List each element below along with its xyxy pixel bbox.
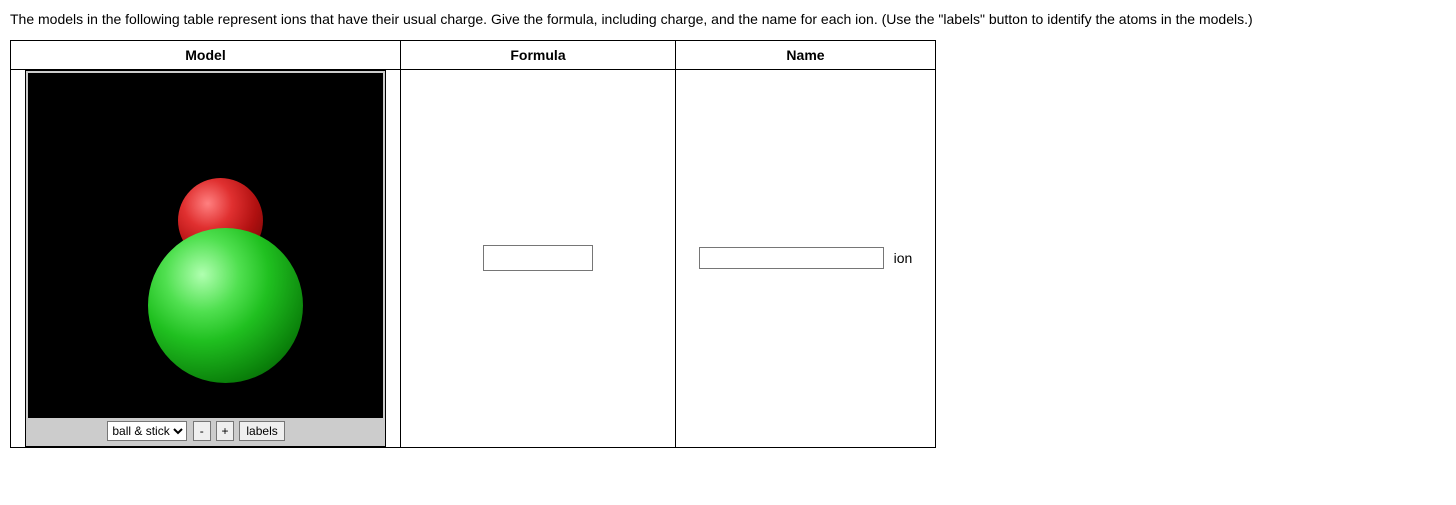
view-mode-select[interactable]: ball & stick — [107, 421, 187, 441]
viewer-controls: ball & stick - + labels — [28, 418, 383, 444]
model-cell: ball & stick - + labels — [11, 69, 401, 447]
name-input[interactable] — [699, 247, 884, 269]
model-container: ball & stick - + labels — [25, 70, 386, 447]
header-name: Name — [676, 40, 936, 69]
zoom-in-button[interactable]: + — [216, 421, 234, 441]
labels-button[interactable]: labels — [239, 421, 284, 441]
formula-cell — [401, 69, 676, 447]
header-formula: Formula — [401, 40, 676, 69]
name-suffix-label: ion — [894, 250, 913, 266]
zoom-out-button[interactable]: - — [193, 421, 211, 441]
ion-table: Model Formula Name ball & stick — [10, 40, 936, 448]
header-model: Model — [11, 40, 401, 69]
instructions-text: The models in the following table repres… — [10, 10, 1440, 30]
name-cell: ion — [676, 69, 936, 447]
table-row: ball & stick - + labels ion — [11, 69, 936, 447]
molecule-viewer[interactable] — [28, 73, 383, 418]
formula-input[interactable] — [483, 245, 593, 271]
atom-green-sphere — [148, 228, 303, 383]
